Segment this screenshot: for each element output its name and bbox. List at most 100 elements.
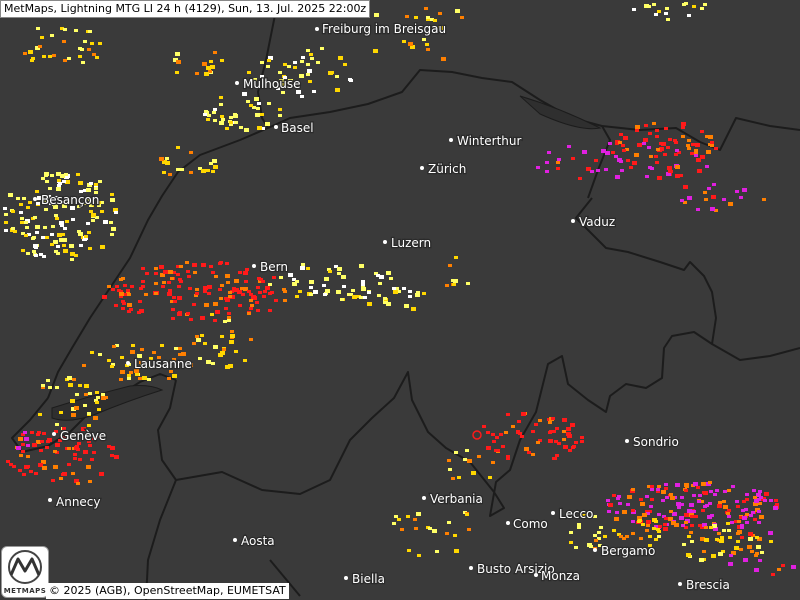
lightning-strike [89,210,93,213]
lightning-strike [666,146,670,149]
lightning-strike [676,502,681,506]
lightning-strike [521,412,526,416]
lightning-strike [110,233,114,236]
map-attribution[interactable]: © 2025 (AGB), OpenStreetMap, EUMETSAT [46,583,289,599]
lightning-strike [306,49,310,52]
lightning-strike [531,430,535,433]
lightning-strike [386,271,391,275]
lightning-strike [298,290,302,293]
lightning-strike [686,144,690,147]
lightning-strike [256,286,260,289]
lightning-strike [168,289,172,292]
lightning-strike [670,496,675,500]
lightning-strike [394,515,398,518]
lightning-strike [234,279,239,283]
lightning-strike [426,16,430,19]
lightning-strike [40,36,44,39]
lightning-strike [41,384,45,387]
lightning-strike [438,12,442,15]
lightning-strike [100,210,104,213]
lightning-strike [144,293,148,296]
lightning-strike [69,244,74,248]
city-dot [33,197,37,201]
lightning-strike [681,135,685,138]
lightning-strike [176,60,181,64]
lightning-strike [244,280,248,283]
lightning-strike [336,290,341,294]
lightning-strike [664,127,668,130]
lightning-strike [728,536,732,539]
lightning-strike [189,171,193,174]
lightning-strike [20,221,24,224]
lightning-strike [220,284,224,287]
lightning-strike [227,312,231,315]
lightning-strike [234,121,238,124]
lightning-strike [719,539,724,543]
lightning-strike [392,522,396,525]
logo-icon [8,550,42,584]
lightning-strike [467,459,472,463]
lightning-strike [574,441,578,444]
lightning-strike [697,500,701,503]
lightning-strike [138,300,142,303]
lightning-strike [28,201,32,204]
lightning-strike [687,147,691,150]
lightning-strike [79,244,83,247]
map-canvas[interactable]: Freiburg im Breisgau Mulhouse Basel Wint… [0,0,800,600]
lightning-strike [322,284,326,287]
lightning-strike [415,293,420,297]
lightning-strike [192,342,196,345]
lightning-strike [737,530,742,534]
lightning-strike [457,476,461,479]
lightning-strike [626,503,630,506]
lightning-strike [175,71,179,74]
city-monza: Monza [534,568,581,584]
lightning-strike [634,153,639,157]
lightning-strike [78,458,82,461]
lightning-strike [649,505,653,508]
lightning-strike [192,263,197,267]
lightning-strike [645,495,649,498]
city-label-winterthur: Winterthur [457,134,521,148]
city-dot [420,166,424,170]
lightning-strike [161,285,165,288]
lightning-strike [614,517,619,521]
lightning-strike [635,129,639,132]
lightning-strike [760,551,764,554]
lightning-strike [67,447,71,450]
lightning-strike [130,350,135,354]
city-label-mulhouse: Mulhouse [243,77,300,91]
lightning-strike [545,161,549,164]
lightning-strike [35,231,39,234]
lightning-strike [587,543,592,547]
lightning-strike [36,27,40,30]
lightning-strike [90,458,94,461]
lightning-strike [50,34,54,37]
city-label-besancon: Besançon [41,193,99,207]
lightning-strike [179,265,183,268]
lightning-strike [254,97,259,101]
lightning-strike [170,277,174,280]
lightning-strike [361,287,366,291]
lightning-strike [562,430,566,433]
lightning-strike [631,488,635,491]
lightning-strike [574,546,578,549]
lightning-strike [154,282,158,285]
lightning-strike [177,285,181,288]
lightning-strike [219,121,224,125]
lightning-strike [46,379,50,382]
lightning-strike [168,173,172,176]
lightning-strike [728,562,733,566]
lightning-strike [92,451,96,454]
lightning-strike [107,285,111,288]
lightning-strike [288,273,293,277]
lightning-strike [715,538,719,541]
lightning-strike [83,404,87,407]
lightning-strike [70,252,75,256]
lightning-strike [701,509,705,512]
metmaps-logo[interactable]: METMAPS [1,546,49,598]
lightning-strike [516,431,520,434]
lightning-strike [188,287,192,290]
lightning-strike [594,539,598,542]
lightning-strike [186,312,190,315]
